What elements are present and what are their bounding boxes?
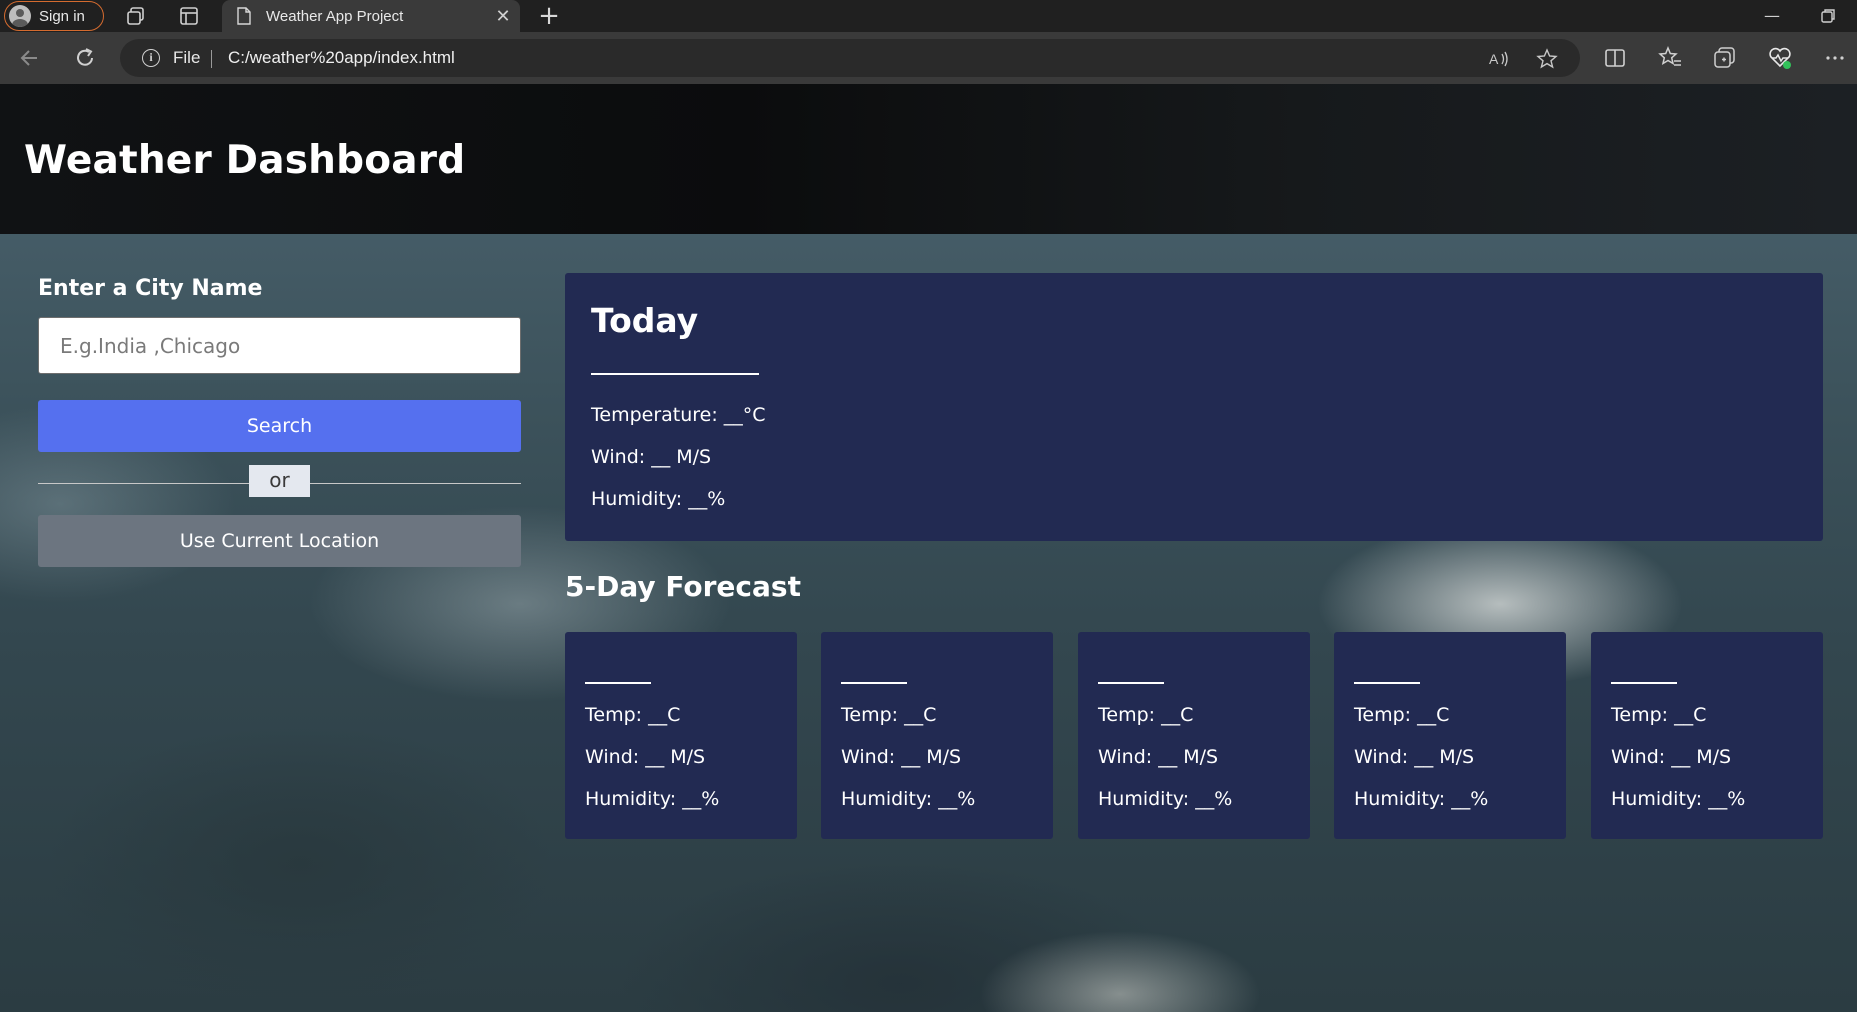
more-icon[interactable]: [1822, 45, 1848, 71]
forecast-humidity: Humidity: __%: [1611, 788, 1746, 810]
forecast-heading: 5-Day Forecast: [565, 570, 801, 603]
city-search-input[interactable]: [38, 317, 521, 374]
split-screen-icon[interactable]: [1602, 45, 1628, 71]
tab-weather-app[interactable]: Weather App Project ✕: [222, 0, 520, 32]
collections-icon[interactable]: [1712, 45, 1738, 71]
today-heading: Today: [591, 301, 699, 340]
omnibox[interactable]: i File C:/weather%20app/index.html A: [120, 39, 1580, 77]
address-url[interactable]: C:/weather%20app/index.html: [228, 48, 455, 68]
forecast-temp: Temp: __C: [1354, 704, 1450, 726]
tab-title: Weather App Project: [266, 7, 404, 25]
page-title: Weather Dashboard: [24, 138, 466, 183]
new-tab-icon[interactable]: +: [536, 2, 562, 30]
forecast-date-placeholder: [1098, 682, 1164, 684]
workspaces-icon[interactable]: [125, 5, 147, 27]
favorite-star-icon[interactable]: [1536, 48, 1558, 70]
signin-label: Sign in: [39, 7, 85, 25]
forecast-humidity: Humidity: __%: [1354, 788, 1489, 810]
forecast-wind: Wind: __ M/S: [1098, 746, 1219, 768]
address-scheme: File: [173, 48, 201, 67]
forecast-date-placeholder: [585, 682, 651, 684]
forecast-wind: Wind: __ M/S: [1611, 746, 1732, 768]
forecast-card: Temp: __C Wind: __ M/S Humidity: __%: [821, 632, 1053, 839]
web-page: Weather Dashboard Enter a City Name Sear…: [0, 84, 1857, 1012]
today-humidity: Humidity: __%: [591, 488, 726, 510]
address-divider: [211, 50, 212, 68]
forecast-date-placeholder: [1611, 682, 1677, 684]
forecast-date-placeholder: [1354, 682, 1420, 684]
forecast-card: Temp: __C Wind: __ M/S Humidity: __%: [1078, 632, 1310, 839]
tab-actions-icon[interactable]: [178, 5, 200, 27]
today-date-placeholder: [591, 373, 759, 375]
browser-tab-bar: Sign in Weather App Project ✕ + —: [0, 0, 1857, 32]
forecast-wind: Wind: __ M/S: [1354, 746, 1475, 768]
page-header: Weather Dashboard: [0, 84, 1857, 234]
forecast-humidity: Humidity: __%: [841, 788, 976, 810]
forecast-wind: Wind: __ M/S: [841, 746, 962, 768]
today-weather-card: Today Temperature: __°C Wind: __ M/S Hum…: [565, 273, 1823, 541]
restore-icon[interactable]: [1816, 4, 1840, 28]
forecast-date-placeholder: [841, 682, 907, 684]
page-icon: [237, 7, 251, 25]
info-icon[interactable]: i: [142, 49, 160, 67]
profile-icon: [9, 5, 31, 27]
forecast-humidity: Humidity: __%: [585, 788, 720, 810]
forecast-temp: Temp: __C: [1611, 704, 1707, 726]
refresh-icon[interactable]: [72, 45, 98, 71]
today-temperature: Temperature: __°C: [591, 404, 766, 426]
browser-essentials-icon[interactable]: [1767, 45, 1793, 71]
search-button[interactable]: Search: [38, 400, 521, 452]
forecast-card: Temp: __C Wind: __ M/S Humidity: __%: [1591, 632, 1823, 839]
forecast-temp: Temp: __C: [1098, 704, 1194, 726]
today-wind: Wind: __ M/S: [591, 446, 712, 468]
forecast-card: Temp: __C Wind: __ M/S Humidity: __%: [565, 632, 797, 839]
use-current-location-button[interactable]: Use Current Location: [38, 515, 521, 567]
city-input-label: Enter a City Name: [38, 276, 263, 301]
close-icon[interactable]: ✕: [494, 7, 512, 25]
forecast-temp: Temp: __C: [841, 704, 937, 726]
signin-button[interactable]: Sign in: [4, 1, 104, 31]
forecast-temp: Temp: __C: [585, 704, 681, 726]
minimize-icon[interactable]: —: [1760, 4, 1784, 28]
forecast-humidity: Humidity: __%: [1098, 788, 1233, 810]
address-bar: i File C:/weather%20app/index.html A: [0, 32, 1857, 84]
back-icon[interactable]: [17, 45, 43, 71]
forecast-card: Temp: __C Wind: __ M/S Humidity: __%: [1334, 632, 1566, 839]
svg-text:A: A: [1489, 51, 1499, 67]
favorites-icon[interactable]: [1657, 45, 1683, 71]
or-divider-label: or: [249, 465, 310, 497]
read-aloud-icon[interactable]: A: [1488, 48, 1510, 70]
forecast-wind: Wind: __ M/S: [585, 746, 706, 768]
